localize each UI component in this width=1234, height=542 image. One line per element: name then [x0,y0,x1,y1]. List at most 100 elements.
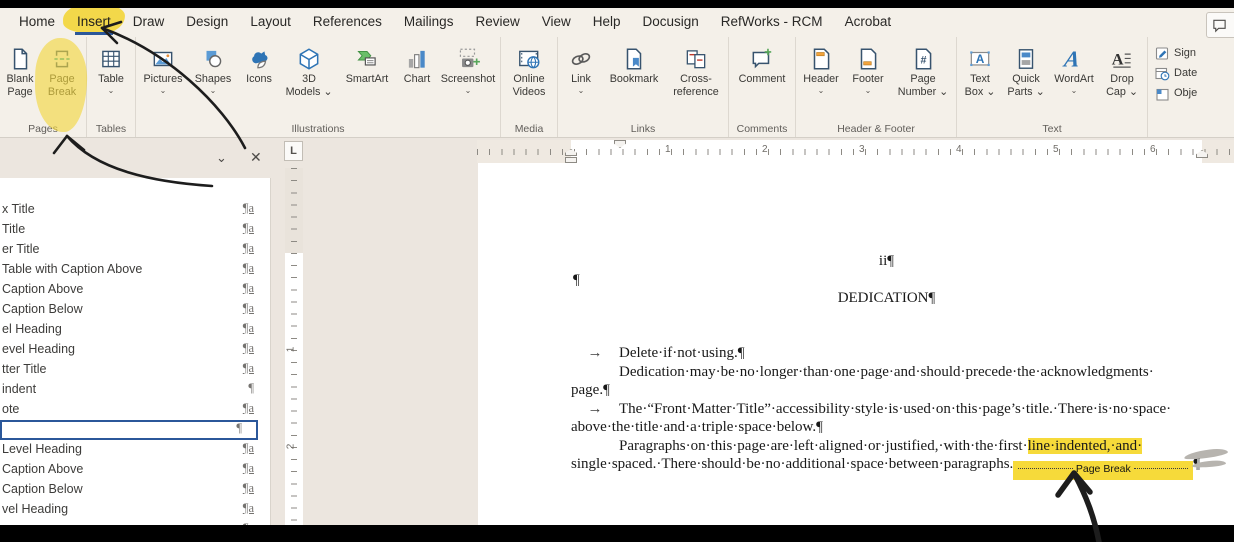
tab-home[interactable]: Home [8,10,66,35]
document-text: Paragraphs·on·this·page·are·left·aligned… [619,438,1028,454]
tab-mailings[interactable]: Mailings [393,10,465,35]
link-chevron-icon[interactable]: ⌄ [578,86,585,95]
tab-refworks-rcm[interactable]: RefWorks - RCM [710,10,834,35]
svg-text:A: A [1061,47,1081,72]
style-row-evel-heading[interactable]: evel Heading ¶a [0,340,270,360]
style-row[interactable]: ¶ [0,420,258,440]
table-chevron-icon[interactable]: ⌄ [108,86,115,95]
sign-button[interactable]: Sign [1154,45,1196,61]
document-line-10: single·spaced.·There·should·be·no·additi… [571,455,1200,480]
tab-layout[interactable]: Layout [239,10,302,35]
document-line-3: DEDICATION¶ [571,289,1202,307]
3d-models-label: Models ⌄ [285,86,333,98]
style-row-tter-title[interactable]: tter Title ¶a [0,360,270,380]
cross-reference-button[interactable]: Cross-reference [665,40,727,99]
tab-references[interactable]: References [302,10,393,35]
wordart-chevron-icon[interactable]: ⌄ [1071,86,1078,95]
3d-models-button[interactable]: 3D Models ⌄ [281,40,337,99]
style-type-mark: ¶ [236,421,242,435]
tab-review[interactable]: Review [464,10,530,35]
object-button[interactable]: Obje [1154,85,1197,101]
document-line-8: above·the·title·and·a·triple·space·below… [571,418,823,436]
page-number-button[interactable]: # Page Number ⌄ [891,40,955,99]
footer-chevron-icon[interactable]: ⌄ [865,86,872,95]
close-icon[interactable]: ✕ [250,149,262,166]
footer-icon [855,45,881,73]
style-row-el-heading[interactable]: el Heading ¶a [0,320,270,340]
cross-reference-icon [683,45,709,73]
style-type-mark: ¶a [242,361,254,375]
object-label: Obje [1174,87,1198,99]
style-row-vel-heading[interactable]: vel Heading ¶a [0,500,270,520]
ribbon-group-media: Online Videos Media [501,37,558,137]
tab-selector[interactable]: L [284,141,303,161]
page-break-button[interactable]: Page Break [34,37,88,133]
document-line-7: → The·“Front·Matter·Title”·accessibility·… [571,400,1172,418]
blank-page-label: Page [7,86,33,98]
header-button[interactable]: Header ⌄ [797,40,845,95]
style-row-x-title[interactable]: x Title ¶a [0,200,270,220]
date-button[interactable]: Date [1154,65,1197,81]
screenshot-button[interactable]: Screenshot ⌄ [437,40,499,95]
tab-docusign[interactable]: Docusign [632,10,710,35]
comment-button[interactable]: Comment [730,40,794,86]
comment-icon [749,45,775,73]
tab-mark: → [587,401,603,417]
style-name: indent [2,382,37,396]
header-chevron-icon[interactable]: ⌄ [818,86,825,95]
bookmark-button[interactable]: Bookmark [603,40,665,86]
shapes-button[interactable]: Shapes ⌄ [189,40,237,95]
blank-page-button[interactable]: Blank Page [1,40,39,99]
smartart-button[interactable]: SmartArt [337,40,397,86]
text-box-icon: A [967,45,993,73]
screenshot-icon [455,45,481,73]
style-row-indent[interactable]: indent ¶ [0,380,270,400]
style-row-caption-above[interactable]: Caption Above ¶a [0,460,270,480]
style-type-mark: ¶a [242,281,254,295]
tab-insert[interactable]: Insert [62,2,126,35]
screenshot-chevron-icon[interactable]: ⌄ [465,86,472,95]
tab-view[interactable]: View [531,10,582,35]
pictures-chevron-icon[interactable]: ⌄ [160,86,167,95]
tab-acrobat[interactable]: Acrobat [834,10,903,35]
wordart-button[interactable]: A WordArt ⌄ [1050,40,1098,95]
comments-button[interactable] [1206,12,1234,38]
style-row-ote[interactable]: ote ¶a [0,400,270,420]
chevron-down-icon[interactable]: ⌄ [216,150,227,166]
document-text: ii¶ [878,253,895,269]
icons-button[interactable]: Icons [237,40,281,86]
sign-icon [1155,47,1169,60]
pictures-icon [150,45,176,73]
left-indent-marker[interactable] [565,157,577,163]
tab-design[interactable]: Design [175,10,239,35]
link-button[interactable]: Link ⌄ [559,40,603,95]
style-row-caption-below[interactable]: Caption Below ¶a [0,480,270,500]
style-row-er-title[interactable]: er Title ¶a [0,240,270,260]
quick-parts-label: Parts ⌄ [1007,86,1045,98]
quick-parts-button[interactable]: Quick Parts ⌄ [1002,40,1050,99]
document-text: page.¶ [571,382,610,398]
ribbon-group-pages: Blank Page Page Break Pages [0,37,88,137]
vruler-number-2: 2 [285,443,297,450]
pictures-button[interactable]: Pictures ⌄ [137,40,189,95]
tab-help[interactable]: Help [582,10,632,35]
style-row-table-with-caption-above[interactable]: Table with Caption Above ¶a [0,260,270,280]
page-break-marker: Page Break [1013,460,1194,480]
online-videos-button[interactable]: Online Videos [502,40,556,99]
style-row-level-heading[interactable]: Level Heading ¶a [0,440,270,460]
style-row-caption-above[interactable]: Caption Above ¶a [0,280,270,300]
style-row-title[interactable]: Title ¶a [0,220,270,240]
style-type-mark: ¶a [242,481,254,495]
svg-text:A: A [1112,50,1124,68]
comment-label: Comment [738,73,786,85]
drop-cap-button[interactable]: A Drop Cap ⌄ [1098,40,1146,99]
footer-button[interactable]: Footer ⌄ [845,40,891,95]
text-box-button[interactable]: A Text Box ⌄ [958,40,1002,99]
chart-button[interactable]: Chart [397,40,437,86]
style-name: Caption Above [2,462,84,476]
shapes-chevron-icon[interactable]: ⌄ [210,86,217,95]
style-row-caption-below[interactable]: Caption Below ¶a [0,300,270,320]
tab-draw[interactable]: Draw [122,10,176,35]
table-button[interactable]: Table ⌄ [88,40,134,95]
style-name: el Heading [2,322,62,336]
